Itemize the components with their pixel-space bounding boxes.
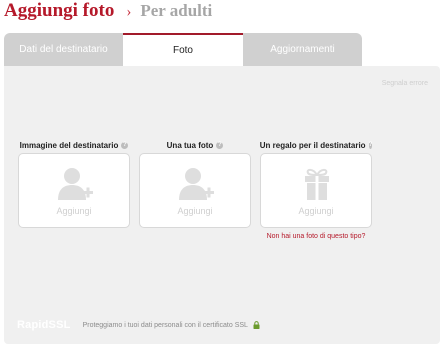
photo-panel: Segnala errore Immagine del destinatario… bbox=[4, 66, 440, 344]
page-header: Aggiungi foto › Per adulti bbox=[4, 0, 212, 26]
gift-label: Un regalo per il destinatario bbox=[259, 140, 366, 150]
page-title: Aggiungi foto bbox=[4, 0, 115, 21]
recipient-image-upload-card[interactable]: Aggiungi bbox=[18, 153, 130, 228]
tab-bar: Dati del destinatario Foto Aggiornamenti bbox=[4, 33, 362, 66]
report-error-link[interactable]: Segnala errore bbox=[382, 80, 428, 87]
lock-icon bbox=[253, 321, 260, 329]
breadcrumb-separator: › bbox=[126, 4, 132, 20]
info-icon[interactable]: ? bbox=[216, 141, 224, 149]
gift-column: Un regalo per il destinatario ? Aggiungi… bbox=[259, 139, 373, 240]
gift-icon bbox=[305, 168, 329, 200]
add-label: Aggiungi bbox=[56, 206, 92, 216]
no-photo-link[interactable]: Non hai una foto di questo tipo? bbox=[260, 233, 372, 240]
add-label: Aggiungi bbox=[298, 206, 334, 216]
your-photo-upload-card[interactable]: Aggiungi bbox=[139, 153, 251, 228]
gift-upload-card[interactable]: Aggiungi bbox=[260, 153, 372, 228]
tab-updates[interactable]: Aggiornamenti bbox=[243, 33, 362, 66]
add-label: Aggiungi bbox=[177, 206, 213, 216]
your-photo-label: Una tua foto bbox=[166, 140, 214, 150]
security-footer: RapidSSL Proteggiamo i tuoi dati persona… bbox=[17, 319, 260, 331]
security-note: Proteggiamo i tuoi dati personali con il… bbox=[82, 321, 248, 329]
info-icon[interactable]: ? bbox=[121, 141, 129, 149]
person-add-icon bbox=[58, 168, 93, 200]
rapidssl-logo: RapidSSL bbox=[17, 319, 71, 331]
person-add-icon bbox=[179, 168, 214, 200]
recipient-image-column: Immagine del destinatario ? Aggiungi bbox=[18, 139, 130, 228]
recipient-image-label: Immagine del destinatario bbox=[19, 140, 119, 150]
your-photo-column: Una tua foto ? Aggiungi bbox=[139, 139, 251, 228]
page-subtitle: Per adulti bbox=[140, 1, 213, 20]
tab-recipient-data[interactable]: Dati del destinatario bbox=[4, 33, 123, 66]
info-icon[interactable]: ? bbox=[368, 141, 373, 149]
tab-photo[interactable]: Foto bbox=[123, 33, 243, 66]
